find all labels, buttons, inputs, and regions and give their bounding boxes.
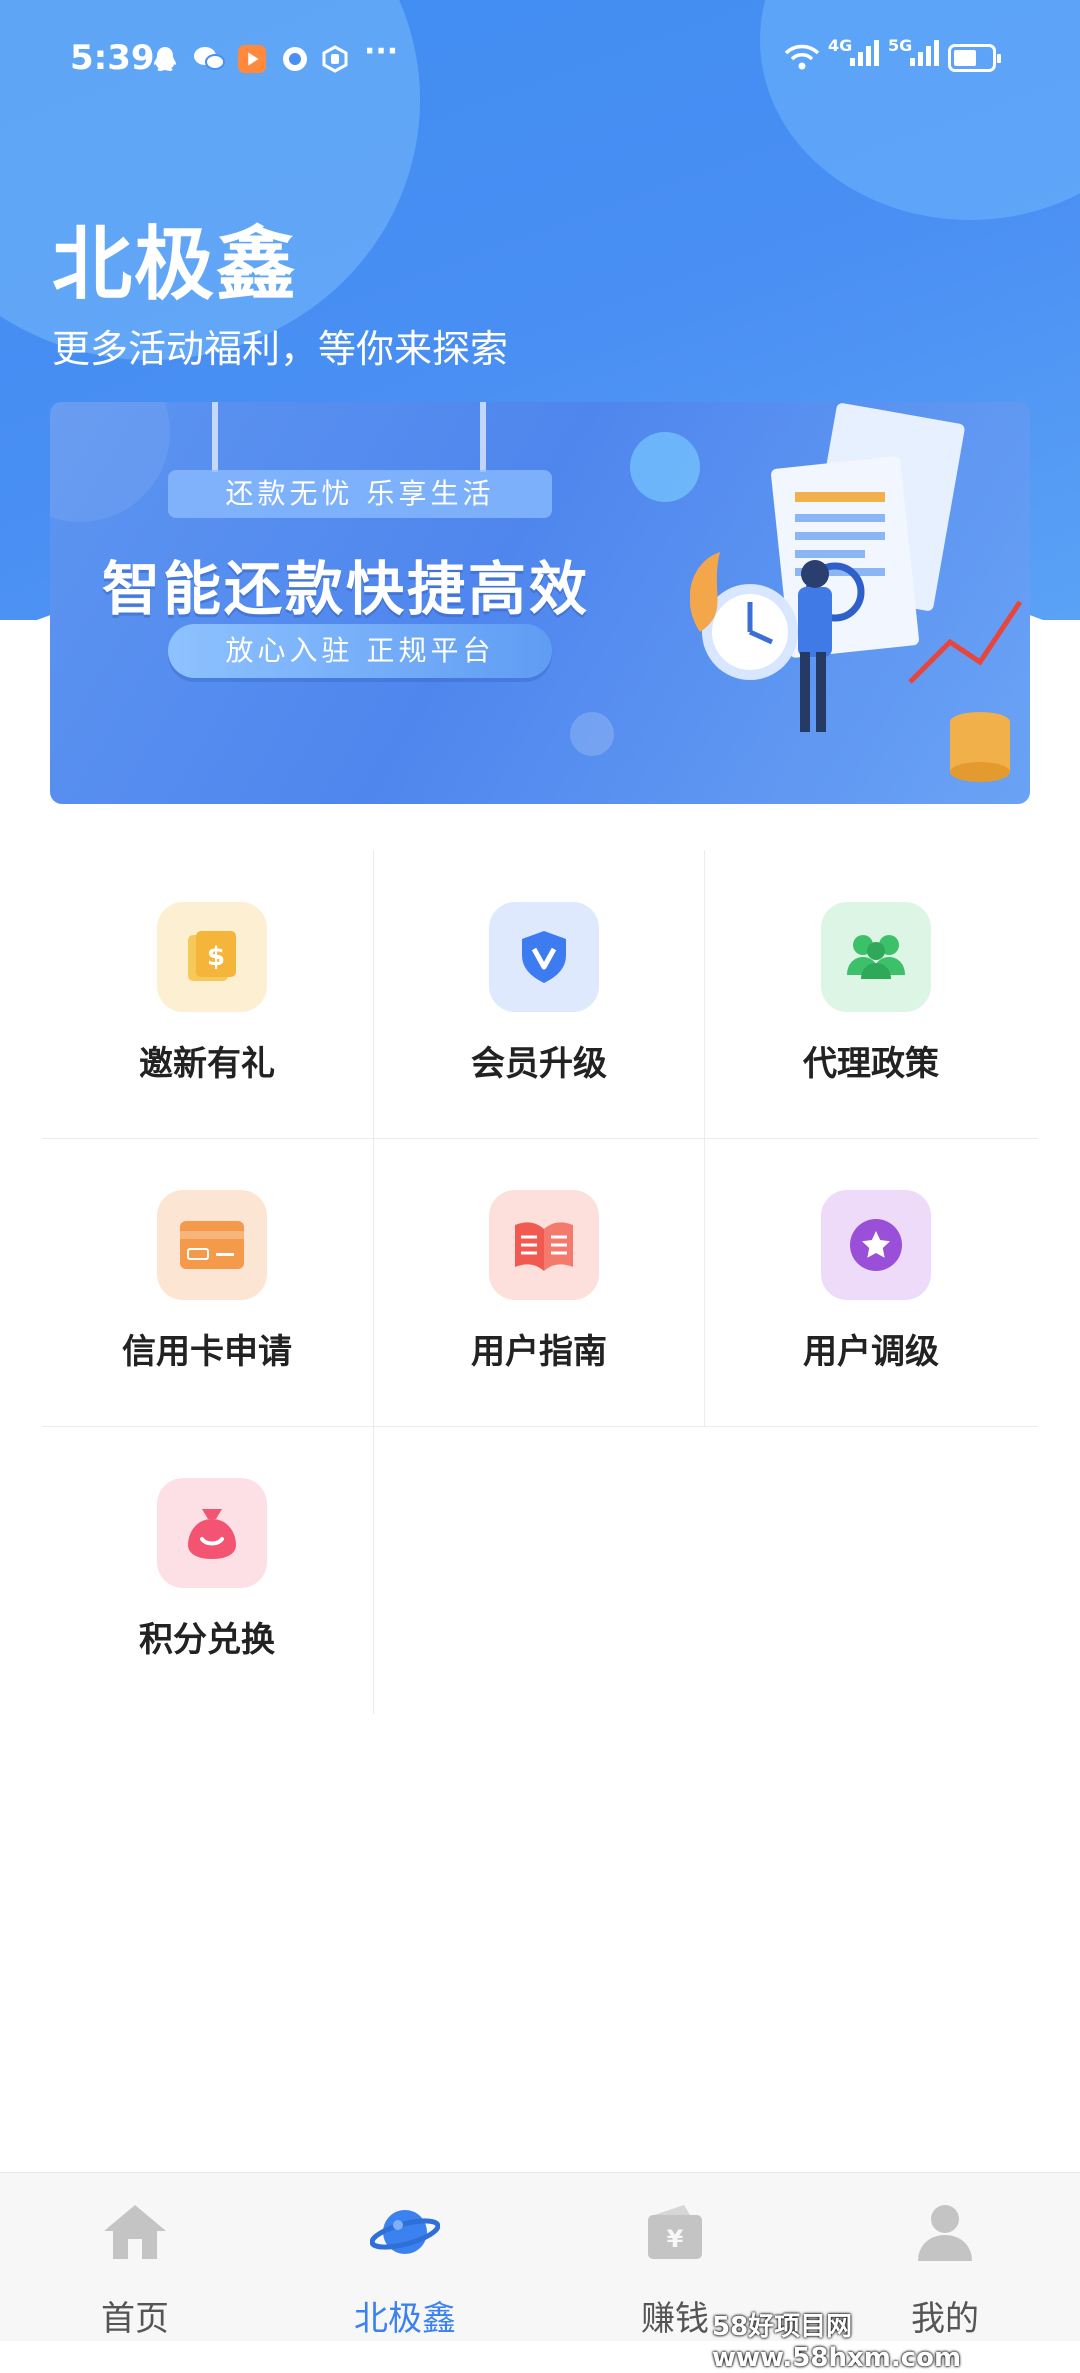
book-icon [489, 1190, 599, 1300]
grid-item-user-guide[interactable]: 用户指南 [374, 1138, 704, 1426]
page-title: 北极鑫 [52, 218, 298, 311]
promo-banner[interactable]: 还款无忧 乐享生活 智能还款快捷高效 放心入驻 正规平台 [50, 402, 1030, 804]
credit-card-icon [157, 1190, 267, 1300]
user-icon [918, 2205, 972, 2261]
banner-tag: 还款无忧 乐享生活 [168, 470, 552, 518]
svg-text:$: $ [207, 942, 225, 972]
money-file-icon: $ [157, 902, 267, 1012]
qq-icon [154, 47, 176, 71]
home-icon [104, 2205, 166, 2259]
vip-shield-icon [489, 902, 599, 1012]
planet-icon [370, 2210, 440, 2254]
battery-icon [948, 44, 1001, 72]
grid-item-points-exchange[interactable]: 积分兑换 [42, 1426, 372, 1714]
tab-label: 首页 [101, 2299, 169, 2339]
page-subtitle: 更多活动福利，等你来探索 [52, 327, 509, 371]
wechat-icon [194, 47, 225, 70]
people-icon [821, 902, 931, 1012]
video-app-icon [237, 44, 267, 74]
grid-item-vip-upgrade[interactable]: 会员升级 [374, 850, 704, 1138]
more-notifications-icon: ··· [364, 34, 399, 69]
banner-cta[interactable]: 放心入驻 正规平台 [168, 624, 552, 678]
grid-item-label: 用户指南 [471, 1332, 607, 1372]
grid-item-label: 信用卡申请 [122, 1332, 292, 1372]
banner-headline: 智能还款快捷高效 [102, 555, 591, 623]
tab-home[interactable]: 首页 [0, 2173, 270, 2341]
network-type-1: 4G [828, 36, 853, 55]
tab-beijixin[interactable]: 北极鑫 [270, 2173, 540, 2341]
decor-circle [570, 712, 614, 756]
signal-icon [850, 40, 879, 66]
status-bar: 5:39 ··· 4G 5G [0, 0, 1080, 120]
decor-pole [480, 402, 486, 472]
network-type-2: 5G [888, 36, 913, 55]
banner-illustration [690, 403, 1023, 782]
signal-icon [910, 40, 939, 66]
grid-item-label: 邀新有礼 [139, 1044, 275, 1084]
status-time: 5:39 [70, 38, 155, 78]
star-badge-icon [821, 1190, 931, 1300]
grid-item-label: 会员升级 [471, 1044, 607, 1084]
decor-pole [212, 402, 218, 472]
grid-item-user-level[interactable]: 用户调级 [706, 1138, 1036, 1426]
svg-text:¥: ¥ [667, 2225, 684, 2253]
hand-app-icon [322, 45, 348, 73]
grid-item-agent-policy[interactable]: 代理政策 [706, 850, 1036, 1138]
wallet-icon: ¥ [648, 2205, 702, 2259]
money-bag-icon [157, 1478, 267, 1588]
wifi-icon [784, 44, 820, 70]
grid-item-label: 用户调级 [803, 1332, 939, 1372]
grid-item-credit-card[interactable]: 信用卡申请 [42, 1138, 372, 1426]
grid-item-label: 代理政策 [803, 1044, 939, 1084]
grid-item-invite[interactable]: $ 邀新有礼 [42, 850, 372, 1138]
tab-label: 北极鑫 [354, 2299, 456, 2339]
grid-item-label: 积分兑换 [139, 1620, 275, 1660]
decor-circle [50, 402, 170, 522]
message-app-icon [283, 47, 307, 71]
